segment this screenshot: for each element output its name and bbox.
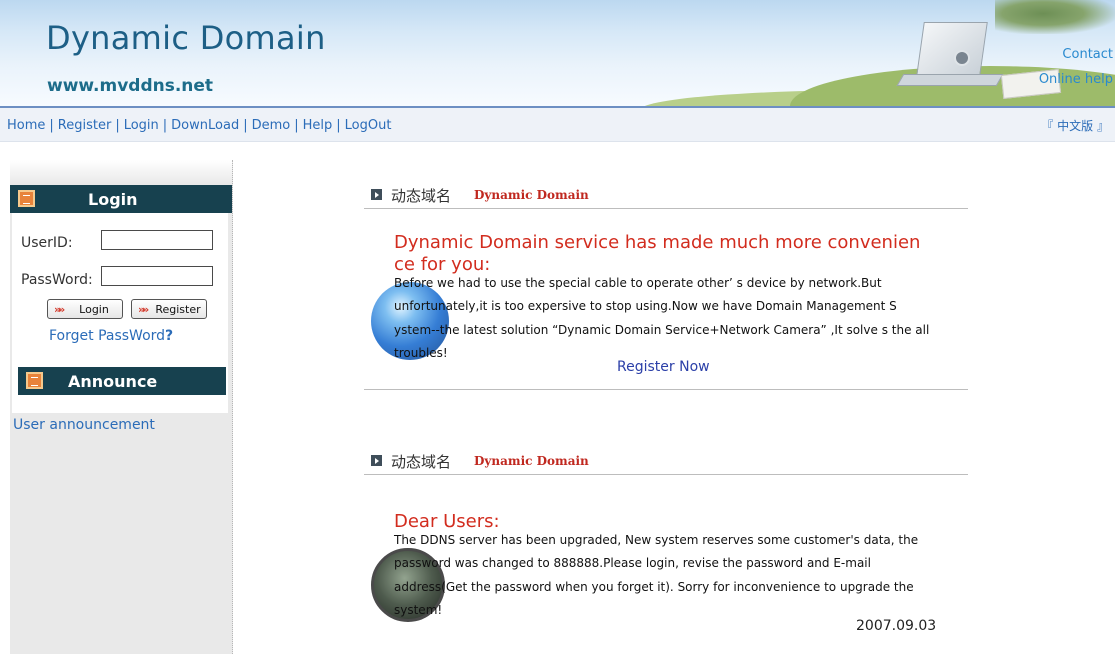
login-header-label: Login	[88, 190, 138, 209]
nav-links: Home | Register | Login | DownLoad | Demo | Help | L…	[7, 118, 391, 133]
play-square-icon	[371, 455, 382, 466]
section-body: The DDNS server has been upgraded, New s…	[394, 533, 919, 617]
header-link-online-help[interactable]: Online help	[1039, 72, 1113, 87]
login-button-label: Login	[79, 302, 109, 316]
site-url: www.mvddns.net	[47, 76, 214, 96]
header-link-contact[interactable]: Contact	[1062, 47, 1113, 62]
login-header: Login	[10, 185, 232, 213]
section-heading-en: Dynamic Domain	[474, 188, 589, 202]
document-icon	[26, 372, 43, 389]
language-switch[interactable]: 『 中文版 』	[1041, 117, 1109, 134]
password-input[interactable]	[101, 266, 213, 286]
nav-login[interactable]: Login	[124, 118, 159, 133]
section-heading-en: Dynamic Domain	[474, 454, 589, 468]
forget-password-mark: ?	[165, 328, 174, 344]
forget-password-link[interactable]: Forget PassWord?	[49, 328, 173, 344]
announce-header: Announce	[18, 367, 226, 395]
section-title: Dynamic Domain service has made much mor…	[394, 232, 921, 275]
section-heading-cn: 动态域名	[391, 453, 452, 471]
double-arrow-icon: »»	[138, 303, 149, 316]
user-announcement-link[interactable]: User announcement	[13, 417, 155, 433]
play-square-icon	[371, 189, 382, 200]
userid-input[interactable]	[101, 230, 213, 250]
nav-separator: |	[336, 118, 341, 133]
section-body: Before we had to use the special cable t…	[394, 276, 930, 360]
laptop-base-image	[896, 74, 1004, 86]
nav-separator: |	[115, 118, 120, 133]
announce-header-label: Announce	[68, 372, 158, 391]
announcement-date: 2007.09.03	[856, 618, 937, 634]
sidebar-decoration	[10, 160, 232, 184]
double-arrow-icon: »»	[54, 303, 65, 316]
section-divider	[364, 389, 968, 390]
nav-download[interactable]: DownLoad	[171, 118, 239, 133]
nav-separator: |	[162, 118, 168, 133]
section-heading: 动态域名 Dynamic Domain	[364, 180, 968, 209]
nav-separator: |	[243, 118, 248, 133]
login-button[interactable]: »» Login	[47, 299, 123, 319]
trees-decoration	[995, 0, 1115, 34]
password-label: PassWord:	[21, 272, 93, 288]
forget-password-label: Forget PassWord	[49, 328, 166, 344]
nav-bar: Home | Register | Login | DownLoad | Demo | Help | L…	[0, 106, 1115, 142]
register-now-link[interactable]: Register Now	[617, 359, 710, 375]
site-title: Dynamic Domain	[46, 19, 326, 57]
laptop-logo-icon	[954, 50, 970, 66]
document-icon	[18, 190, 35, 207]
laptop-image	[916, 22, 988, 76]
register-button[interactable]: »» Register	[131, 299, 207, 319]
nav-help[interactable]: Help	[303, 118, 333, 133]
userid-label: UserID:	[21, 235, 73, 251]
section-heading-cn: 动态域名	[391, 187, 452, 205]
nav-logout[interactable]: LogOut	[345, 118, 392, 133]
nav-separator: |	[294, 118, 299, 133]
nav-separator: |	[49, 118, 54, 133]
nav-register[interactable]: Register	[58, 118, 112, 133]
nav-demo[interactable]: Demo	[252, 118, 291, 133]
register-button-label: Register	[155, 302, 201, 316]
section-heading: 动态域名 Dynamic Domain	[364, 446, 968, 475]
header-banner: Dynamic Domain www.mvddns.net Contact On…	[0, 0, 1115, 106]
sidebar: Login UserID: PassWord: »» Login »» Regist…	[10, 160, 233, 654]
nav-home[interactable]: Home	[7, 118, 45, 133]
